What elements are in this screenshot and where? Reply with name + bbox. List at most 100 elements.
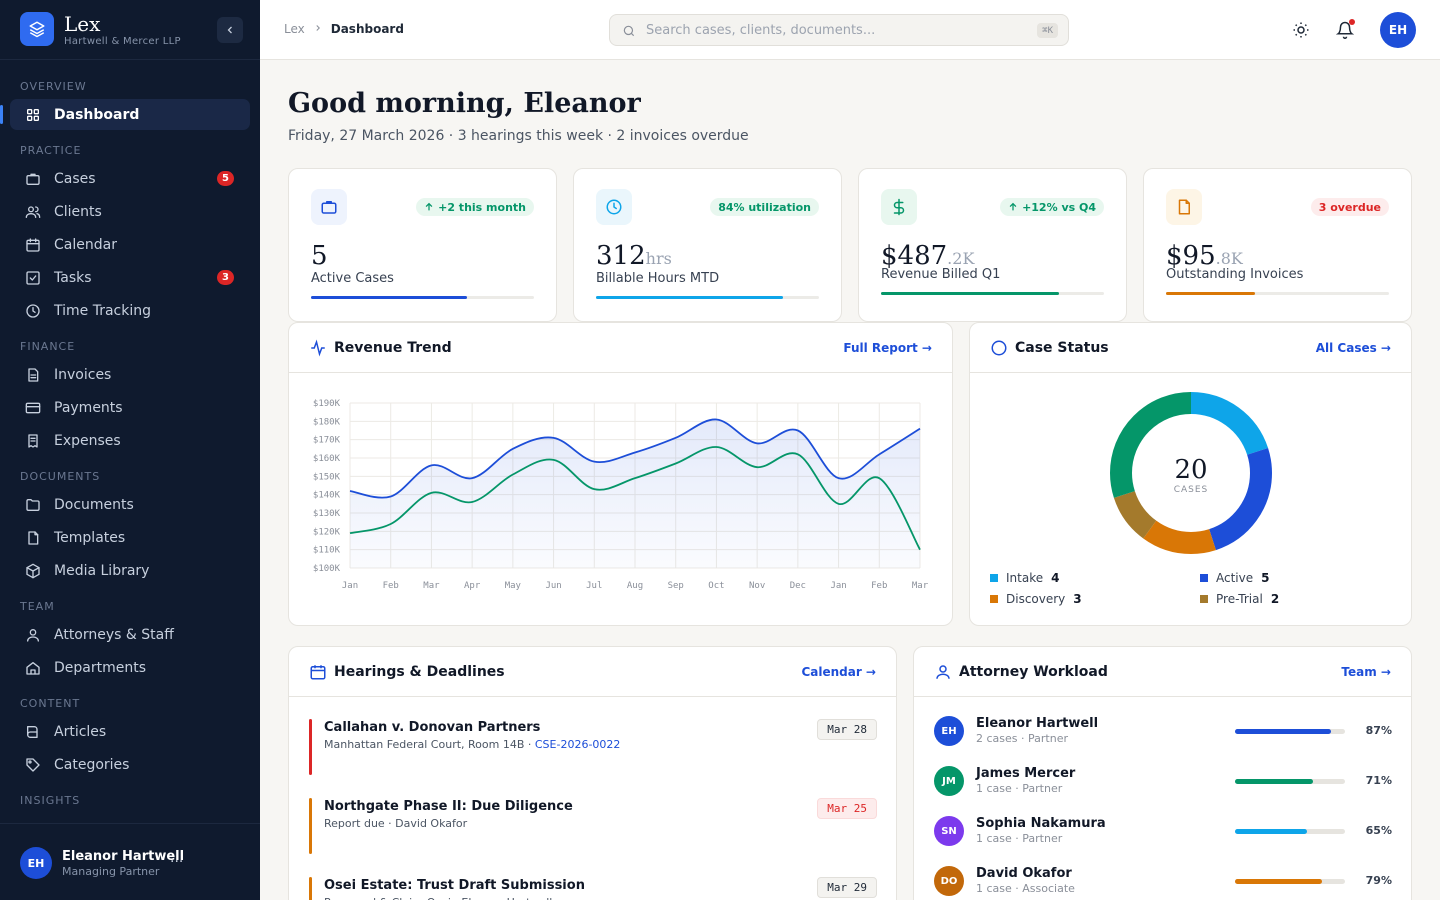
hearing-case-link[interactable]: CSE-2026-0022	[535, 738, 621, 751]
calendar-link[interactable]: Calendar →	[801, 665, 876, 679]
sidebar-item-payments[interactable]: Payments	[10, 392, 250, 423]
hearing-priority-bar	[309, 798, 312, 854]
sidebar-item-expenses[interactable]: Expenses	[10, 425, 250, 456]
book-icon	[24, 723, 42, 741]
revenue-trend-panel: Revenue Trend Full Report → $100K $110K $1…	[288, 322, 953, 626]
briefcase-icon	[24, 170, 42, 188]
sidebar-item-label: Templates	[54, 529, 126, 546]
x-tick-label: Jan	[342, 581, 358, 591]
y-tick-label: $180K	[313, 417, 341, 427]
sidebar-item-label: Payments	[54, 399, 123, 416]
stat-value: 5	[311, 241, 328, 271]
users-icon	[24, 203, 42, 221]
legend-swatch	[990, 574, 998, 582]
attorney-name: Eleanor Hartwell	[976, 716, 1099, 731]
workload-row[interactable]: DO David Okafor 1 case · Associate 79%	[934, 864, 1392, 898]
attorney-meta: 1 case · Partner	[976, 832, 1063, 845]
x-tick-label: Jul	[586, 581, 602, 591]
sidebar-item-label: Tasks	[54, 269, 92, 286]
sidebar-item-attorneys-staff[interactable]: Attorneys & Staff	[10, 619, 250, 650]
profile-avatar[interactable]: EH	[1380, 12, 1416, 48]
stat-badge-text: 3 overdue	[1318, 200, 1381, 214]
stat-badge: +2 this month	[416, 198, 534, 216]
stat-badge: +12% vs Q4	[1000, 198, 1104, 216]
workload-row[interactable]: SN Sophia Nakamura 1 case · Partner 65%	[934, 814, 1392, 848]
hearing-meta-text: Manhattan Federal Court, Room 14B ·	[324, 738, 535, 751]
sidebar-item-media-library[interactable]: Media Library	[10, 555, 250, 586]
stat-progress-fill	[311, 296, 468, 299]
sidebar-item-time-tracking[interactable]: Time Tracking	[10, 295, 250, 326]
sidebar-item-dashboard[interactable]: Dashboard	[0, 99, 250, 130]
theme-toggle-button[interactable]	[1289, 18, 1313, 42]
hearing-meta-text: Raymond & Claire Osei · Eleanor Hartwell	[324, 896, 552, 900]
hearing-item[interactable]: Northgate Phase II: Due Diligence Report…	[309, 798, 877, 854]
x-tick-label: Jan	[830, 581, 846, 591]
panel-title: Attorney Workload	[959, 664, 1108, 680]
sidebar-item-label: Expenses	[54, 432, 121, 449]
sidebar-item-label: Clients	[54, 203, 102, 220]
notifications-button[interactable]	[1333, 18, 1357, 42]
donut-center-value: 20	[1174, 455, 1208, 485]
stat-label: Revenue Billed Q1	[881, 267, 1001, 282]
panel-title: Revenue Trend	[334, 340, 452, 356]
search-input[interactable]	[646, 15, 1026, 45]
legend-swatch	[1200, 574, 1208, 582]
search-shortcut: ⌘K	[1037, 23, 1058, 38]
stat-card[interactable]: +2 this month 5 Active Cases	[288, 168, 557, 322]
legend-label: Pre-Trial	[1216, 592, 1263, 606]
sidebar-item-cases[interactable]: Cases 5	[10, 163, 250, 194]
hearing-item[interactable]: Callahan v. Donovan Partners Manhattan F…	[309, 719, 877, 775]
x-tick-label: Oct	[708, 581, 724, 591]
sidebar-item-tasks[interactable]: Tasks 3	[10, 262, 250, 293]
all-cases-link[interactable]: All Cases →	[1316, 341, 1391, 355]
sidebar-section-label: DOCUMENTS	[20, 470, 101, 483]
search-box[interactable]: ⌘K	[609, 14, 1069, 46]
stat-card[interactable]: 3 overdue $95.8K Outstanding Invoices	[1143, 168, 1412, 322]
grid-icon	[24, 106, 42, 124]
box-icon	[24, 562, 42, 580]
hearing-title: Northgate Phase II: Due Diligence	[324, 799, 573, 814]
sidebar-item-calendar[interactable]: Calendar	[10, 229, 250, 260]
hearing-title: Callahan v. Donovan Partners	[324, 720, 541, 735]
hearing-title: Osei Estate: Trust Draft Submission	[324, 878, 585, 893]
hearing-item[interactable]: Osei Estate: Trust Draft Submission Raym…	[309, 877, 877, 900]
sidebar-section-label: INSIGHTS	[20, 794, 81, 807]
team-link[interactable]: Team →	[1341, 665, 1391, 679]
workload-bar	[1235, 879, 1345, 884]
sidebar-user[interactable]: EH Eleanor Hartwell Managing Partner ...	[0, 823, 260, 900]
panel-header: Attorney Workload Team →	[914, 647, 1411, 697]
sidebar-item-label: Cases	[54, 170, 96, 187]
sidebar-item-analytics[interactable]: Analytics	[10, 813, 250, 823]
stat-card[interactable]: 84% utilization 312hrs Billable Hours MT…	[573, 168, 842, 322]
x-tick-label: Mar	[423, 581, 440, 591]
sidebar-item-departments[interactable]: Departments	[10, 652, 250, 683]
y-tick-label: $140K	[313, 491, 341, 501]
full-report-link[interactable]: Full Report →	[843, 341, 932, 355]
user-icon	[24, 626, 42, 644]
x-tick-label: Feb	[871, 581, 887, 591]
attorney-name: Sophia Nakamura	[976, 816, 1106, 831]
workload-bar	[1235, 729, 1345, 734]
collapse-sidebar-button[interactable]	[217, 17, 243, 43]
legend-item: Discovery 3	[990, 592, 1082, 606]
search-icon	[622, 23, 636, 42]
workload-row[interactable]: JM James Mercer 1 case · Partner 71%	[934, 764, 1392, 798]
stat-card[interactable]: +12% vs Q4 $487.2K Revenue Billed Q1	[858, 168, 1127, 322]
sidebar-item-templates[interactable]: Templates	[10, 522, 250, 553]
brand[interactable]: Lex Hartwell & Mercer LLP	[20, 12, 240, 48]
y-tick-label: $110K	[313, 546, 341, 556]
y-tick-label: $160K	[313, 454, 341, 464]
panel-header: Hearings & Deadlines Calendar →	[289, 647, 896, 697]
workload-percent: 79%	[1365, 874, 1392, 887]
user-avatar[interactable]: EH	[20, 847, 52, 879]
sidebar-item-clients[interactable]: Clients	[10, 196, 250, 227]
sidebar-item-documents[interactable]: Documents	[10, 489, 250, 520]
sidebar-item-invoices[interactable]: Invoices	[10, 359, 250, 390]
sidebar-item-articles[interactable]: Articles	[10, 716, 250, 747]
x-tick-label: Feb	[383, 581, 399, 591]
breadcrumb-root[interactable]: Lex	[284, 22, 305, 36]
user-more-button[interactable]: ...	[170, 850, 183, 866]
panel-title: Case Status	[1015, 340, 1109, 356]
workload-row[interactable]: EH Eleanor Hartwell 2 cases · Partner 87…	[934, 714, 1392, 748]
sidebar-item-categories[interactable]: Categories	[10, 749, 250, 780]
